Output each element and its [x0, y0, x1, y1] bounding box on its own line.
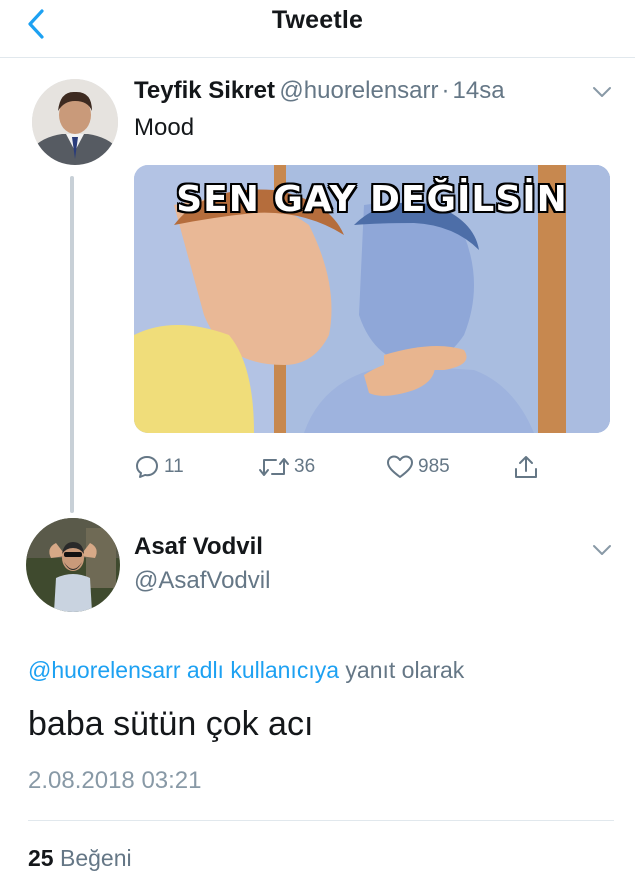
chevron-down-icon[interactable]	[592, 85, 612, 104]
avatar[interactable]	[32, 79, 118, 165]
share-icon	[515, 456, 537, 478]
retweet-icon	[259, 458, 289, 476]
like-count: 985	[418, 456, 450, 477]
divider	[28, 820, 614, 821]
top-bar: Tweetle	[0, 0, 635, 58]
retweet-button[interactable]: 36	[258, 452, 315, 482]
share-button[interactable]	[513, 452, 539, 482]
tweet-image[interactable]: SEN GAY DEĞİLSİN	[134, 165, 610, 433]
like-button[interactable]: 985	[386, 452, 450, 482]
thread-line	[70, 176, 74, 513]
handle[interactable]: @huorelensarr	[279, 77, 438, 104]
reply-context: @huorelensarr adlı kullanıcıya yanıt ola…	[28, 657, 464, 684]
timestamp: 2.08.2018 03:21	[28, 767, 202, 794]
separator: ·	[441, 77, 450, 104]
likes-label: Beğeni	[59, 845, 132, 871]
avatar[interactable]	[26, 518, 120, 612]
retweet-count: 36	[294, 456, 316, 477]
page-title: Tweetle	[271, 6, 364, 34]
likes-count: 25	[28, 845, 54, 871]
reply-icon	[136, 456, 158, 478]
tweet-text: baba sütün çok acı	[28, 705, 314, 743]
display-name[interactable]: Teyfik Sikret	[134, 77, 275, 104]
reply-count: 11	[164, 456, 184, 477]
tweet-time: 14sa	[452, 77, 505, 104]
reply-to-link[interactable]: @huorelensarr adlı kullanıcıya	[28, 657, 339, 683]
chevron-down-icon[interactable]	[592, 543, 612, 562]
meme-caption: SEN GAY DEĞİLSİN	[176, 179, 568, 220]
likes-summary[interactable]: 25 Beğeni	[28, 845, 132, 872]
tweet-text: Mood	[134, 114, 195, 141]
heart-icon	[387, 455, 413, 478]
reply-button[interactable]: 11	[134, 452, 184, 482]
tweet-header: Teyfik Sikret @huorelensarr · 14sa	[134, 77, 505, 105]
reply-to-suffix: yanıt olarak	[345, 657, 465, 683]
display-name[interactable]: Asaf Vodvil	[134, 533, 263, 561]
handle[interactable]: @AsafVodvil	[134, 567, 270, 595]
